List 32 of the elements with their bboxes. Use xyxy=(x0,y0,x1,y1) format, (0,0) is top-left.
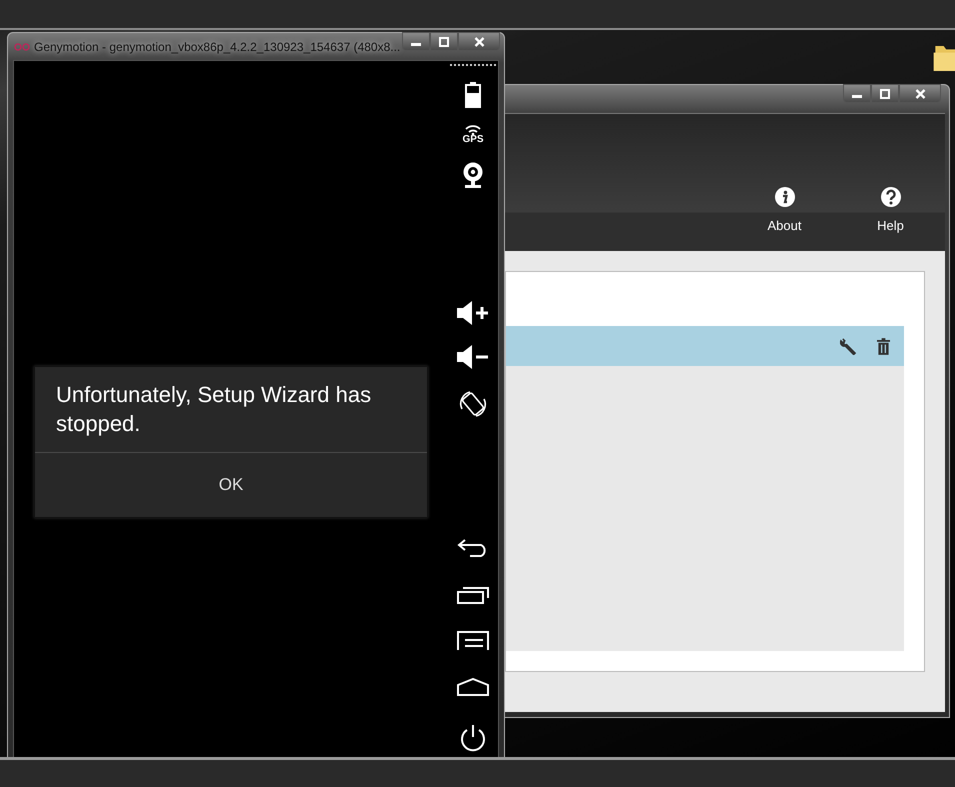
close-icon xyxy=(914,88,926,98)
home-icon[interactable] xyxy=(457,678,489,696)
close-button[interactable] xyxy=(458,32,500,51)
close-icon xyxy=(474,36,484,46)
maximize-button[interactable] xyxy=(430,32,458,51)
minimize-icon xyxy=(852,95,862,98)
volume-up-icon[interactable] xyxy=(457,301,489,325)
volume-down-icon[interactable] xyxy=(457,345,489,369)
signal-icon xyxy=(464,125,482,135)
battery-icon[interactable] xyxy=(465,82,481,108)
maximize-button[interactable] xyxy=(871,84,899,103)
trash-icon[interactable] xyxy=(877,338,890,354)
minimize-icon xyxy=(411,43,421,46)
rotate-icon[interactable] xyxy=(458,389,488,419)
minimize-button[interactable] xyxy=(843,84,871,103)
help-icon xyxy=(880,187,900,207)
menu-icon[interactable] xyxy=(457,631,489,651)
maximize-icon xyxy=(439,36,449,46)
dialog-message: Unfortunately, Setup Wizard has stopped. xyxy=(35,367,427,453)
wrench-icon[interactable] xyxy=(840,338,857,354)
ok-button[interactable]: OK xyxy=(35,453,427,517)
maximize-icon xyxy=(880,88,890,98)
window-title: Genymotion - genymotion_vbox86p_4.2.2_130923_154637 (480x8... xyxy=(34,40,402,54)
about-button[interactable]: About xyxy=(733,187,836,233)
gps-button[interactable]: GPS xyxy=(462,125,484,145)
close-button[interactable] xyxy=(899,84,941,103)
info-icon xyxy=(774,187,794,207)
app-logo-icon xyxy=(14,42,30,50)
recent-apps-icon[interactable] xyxy=(457,584,489,604)
power-icon[interactable] xyxy=(458,723,488,753)
webcam-icon[interactable] xyxy=(461,162,485,188)
minimize-button[interactable] xyxy=(402,32,430,51)
